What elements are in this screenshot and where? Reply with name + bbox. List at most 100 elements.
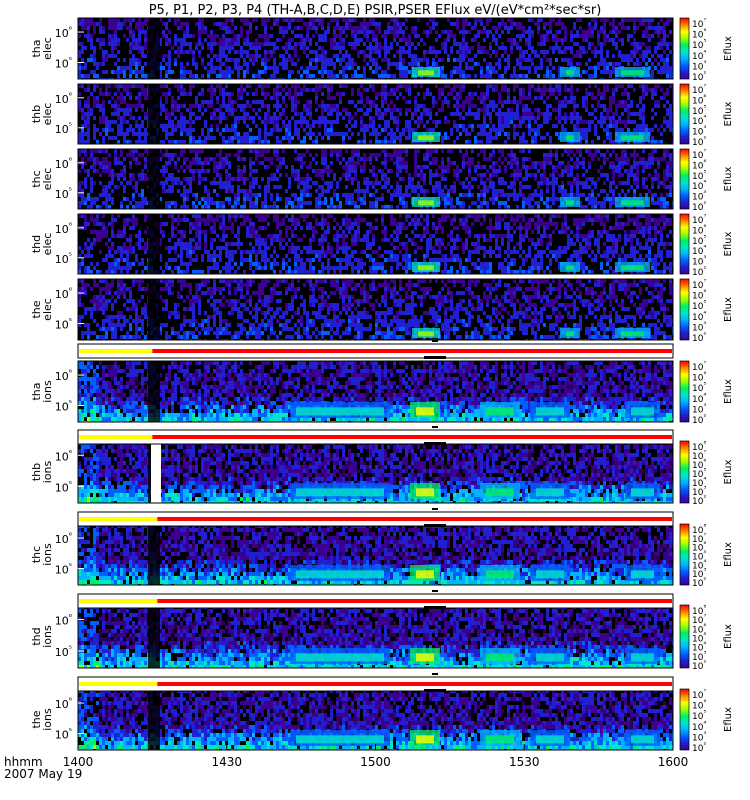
y-tick-label: 10⁶ — [55, 286, 72, 301]
colorbar — [679, 213, 690, 275]
panel-species-label: ions — [41, 708, 54, 731]
colorbar-label: Eflux — [723, 297, 734, 322]
mode-bar-marker — [424, 442, 446, 445]
colorbar-label: Eflux — [723, 101, 734, 126]
mode-bar-marker — [432, 508, 438, 510]
mode-bar-yellow — [79, 435, 153, 439]
y-tick-label: 10⁶ — [55, 448, 72, 463]
panel-species-label: ions — [41, 460, 54, 483]
panel-thb-ions: 10⁵10⁶thbions10²10³10⁴10⁵10⁶10⁷10⁸Eflux — [30, 440, 734, 507]
panel-species-label: elec — [41, 168, 54, 191]
panel-the-ions: 10⁵10⁶theions10²10³10⁴10⁵10⁶10⁷Eflux — [30, 688, 734, 754]
panel-thc-elec: 10⁵10⁶thcelec10²10³10⁴10⁵10⁶10⁷Eflux — [30, 148, 734, 213]
colorbar — [679, 523, 690, 586]
panel-label: thaelec — [30, 37, 54, 60]
panel-thb-elec: 10⁵10⁶thbelec10²10³10⁴10⁵10⁶10⁷Eflux — [30, 83, 734, 148]
y-tick-label: 10⁶ — [55, 612, 72, 627]
figure-title: P5, P1, P2, P3, P4 (TH-A,B,C,D,E) PSIR,P… — [149, 3, 602, 18]
mode-bar-marker — [424, 524, 446, 527]
spectrogram-figure: P5, P1, P2, P3, P4 (TH-A,B,C,D,E) PSIR,P… — [4, 3, 734, 781]
y-tick-label: 10⁶ — [55, 531, 72, 546]
mode-bar-marker — [424, 356, 446, 359]
panel-label: thdions — [30, 625, 54, 648]
y-tick-label: 10⁶ — [55, 91, 72, 106]
colorbar — [679, 604, 690, 669]
colorbar — [679, 148, 690, 210]
panel-label: thbions — [30, 460, 54, 483]
x-tick-label: 1430 — [211, 755, 242, 769]
panel-species-label: elec — [41, 37, 54, 60]
x-tick-label: 1600 — [658, 755, 689, 769]
panel-species-label: ions — [41, 380, 54, 403]
panel-species-label: elec — [41, 298, 54, 321]
mode-bar-yellow — [79, 517, 158, 521]
panel-label: thbelec — [30, 103, 54, 126]
panel-species-label: elec — [41, 103, 54, 126]
colorbar-label: Eflux — [723, 36, 734, 61]
mode-bar-marker — [424, 606, 446, 609]
y-tick-label: 10⁶ — [55, 25, 72, 40]
x-tick-label: 1500 — [360, 755, 391, 769]
mode-bar — [77, 340, 674, 359]
panel-label: theelec — [30, 298, 54, 321]
mode-bar-marker — [432, 426, 438, 428]
colorbar — [679, 17, 690, 80]
mode-bar — [77, 673, 674, 692]
spectrogram-image — [78, 441, 673, 503]
y-tick-label: 10⁵ — [55, 399, 72, 414]
spectrogram-image — [78, 84, 673, 144]
mode-bar-yellow — [79, 599, 158, 603]
mode-bar-red — [157, 517, 673, 521]
mode-bar-red — [157, 682, 673, 686]
colorbar-label: Eflux — [723, 231, 734, 256]
colorbar-label: Eflux — [723, 624, 734, 649]
spectrogram-image — [78, 149, 673, 209]
mode-bar-yellow — [79, 349, 153, 353]
y-tick-label: 10⁶ — [55, 368, 72, 383]
mode-bar-marker — [432, 340, 438, 342]
colorbar-label: Eflux — [723, 459, 734, 484]
colorbar — [679, 278, 690, 341]
mode-bar-red — [157, 599, 673, 603]
panel-species-label: elec — [41, 233, 54, 256]
spectrogram-image — [78, 279, 673, 340]
mode-bar-red — [152, 349, 672, 353]
colorbar — [679, 688, 690, 751]
panel-thd-ions: 10⁵10⁶thdions10²10³10⁴10⁵10⁶10⁷10⁸Eflux — [30, 604, 734, 672]
mode-bar-marker — [432, 673, 438, 675]
panel-label: theions — [30, 708, 54, 731]
panel-tha-elec: 10⁵10⁶thaelec10²10³10⁴10⁵10⁶10⁷Eflux — [30, 17, 734, 83]
panels-layer: 10⁵10⁶thaelec10²10³10⁴10⁵10⁶10⁷Eflux10⁵1… — [30, 17, 734, 754]
panel-thd-elec: 10⁵10⁶thdelec10²10³10⁴10⁵10⁶10⁷Eflux — [30, 213, 734, 278]
panel-label: thcions — [30, 543, 54, 566]
y-tick-label: 10⁶ — [55, 156, 72, 171]
colorbar-label: Eflux — [723, 542, 734, 567]
y-tick-label: 10⁶ — [55, 221, 72, 236]
panel-the-elec: 10⁵10⁶theelec10²10³10⁴10⁵10⁶10⁷Eflux — [30, 278, 734, 344]
y-tick-label: 10⁵ — [55, 186, 72, 201]
mode-bar — [77, 508, 674, 527]
mode-bar — [77, 590, 674, 609]
colorbar-label: Eflux — [723, 707, 734, 732]
panel-species-label: ions — [41, 625, 54, 648]
colorbar-label: Eflux — [723, 166, 734, 191]
spectrogram-image — [78, 214, 673, 274]
panel-thc-ions: 10⁵10⁶thcions10²10³10⁴10⁵10⁶10⁷10⁸Eflux — [30, 523, 734, 589]
spectrogram-image — [78, 689, 673, 750]
panel-species-label: ions — [41, 543, 54, 566]
colorbar — [679, 360, 690, 423]
colorbar — [679, 440, 690, 504]
y-tick-label: 10⁵ — [55, 251, 72, 266]
y-tick-label: 10⁶ — [55, 696, 72, 711]
colorbar — [679, 83, 690, 145]
mode-bar-yellow — [79, 682, 158, 686]
mode-bar — [77, 426, 674, 445]
y-tick-label: 10⁵ — [55, 56, 72, 71]
panel-label: thdelec — [30, 233, 54, 256]
y-tick-label: 10⁵ — [55, 121, 72, 136]
spectrogram-image — [78, 605, 673, 668]
y-tick-label: 10⁵ — [55, 644, 72, 659]
mode-bar-marker — [424, 689, 446, 692]
spectrogram-image — [78, 18, 673, 79]
spectrogram-image — [78, 524, 673, 585]
